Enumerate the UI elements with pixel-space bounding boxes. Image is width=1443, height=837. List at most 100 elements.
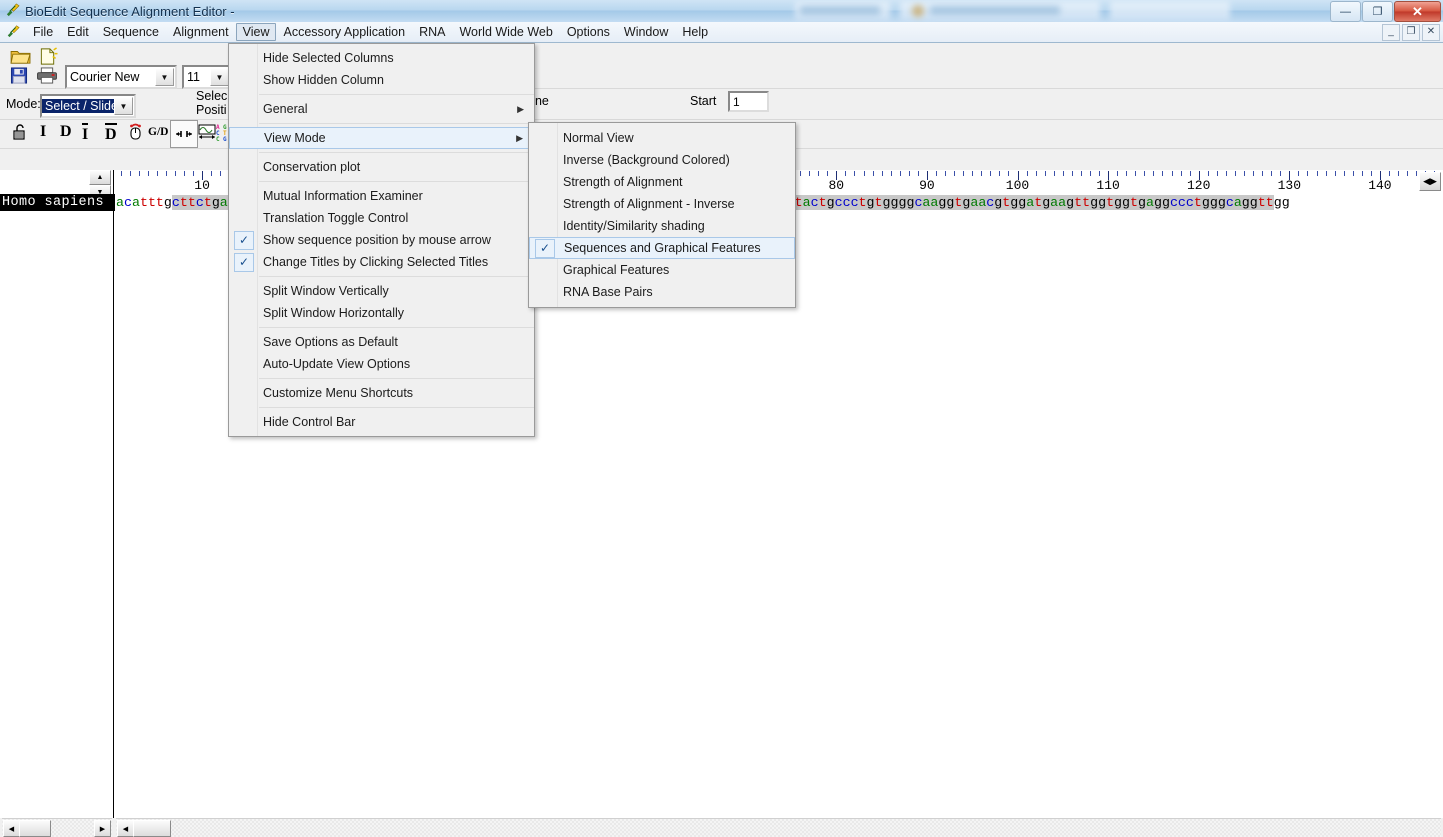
sequence-base[interactable]: g [1161,195,1170,210]
sequence-base[interactable]: g [1153,195,1162,210]
sequence-base[interactable]: g [164,195,172,210]
print-icon[interactable] [36,67,58,87]
sequence-scroll-left-button[interactable]: ◀ [117,820,134,837]
sequence-base[interactable]: t [140,195,148,210]
menu-item-show-hidden-column[interactable]: Show Hidden Column [229,69,534,91]
menu-world-wide-web[interactable]: World Wide Web [452,23,559,41]
sequence-base[interactable]: t [858,195,867,210]
mode-combo[interactable]: Select / Slide ▼ [40,94,136,118]
menu-edit[interactable]: Edit [60,23,96,41]
font-size-combo[interactable]: 11 ▼ [182,65,232,89]
gap-degap-icon[interactable]: G/D [148,126,168,138]
sequence-base[interactable]: g [1138,195,1146,210]
window-minimize-button[interactable]: — [1330,1,1361,22]
menu-item-split-window-vertically[interactable]: Split Window Vertically [229,280,534,302]
start-input[interactable]: 1 [728,91,769,112]
submenu-item-sequences-and-graphical-features[interactable]: ✓ Sequences and Graphical Features [529,237,795,259]
align-center-icon[interactable] [170,120,198,148]
sequence-base[interactable]: c [842,195,851,210]
menu-item-view-mode[interactable]: View Mode ▶ [229,127,534,149]
sequence-base[interactable]: t [148,195,156,210]
chevron-down-icon[interactable]: ▼ [155,68,174,86]
sequence-base[interactable]: t [1257,195,1266,210]
sequence-base[interactable]: g [211,195,220,210]
sequence-base[interactable]: g [826,195,835,210]
font-name-combo[interactable]: Courier New ▼ [65,65,177,89]
sequence-base[interactable]: a [132,195,140,210]
delete-mode-icon[interactable]: D [60,123,72,141]
open-folder-icon[interactable] [10,47,32,68]
sequence-base[interactable]: a [1233,195,1242,210]
submenu-item-strength-of-alignment-inverse[interactable]: Strength of Alignment - Inverse [529,193,795,215]
unlock-icon[interactable] [12,123,30,144]
sequence-base[interactable]: g [1217,195,1226,210]
sequence-base[interactable]: a [219,195,228,210]
sequence-base[interactable]: a [116,195,124,210]
sequence-base[interactable]: c [850,195,859,210]
menu-item-customize-menu-shortcuts[interactable]: Customize Menu Shortcuts [229,382,534,404]
sequence-base[interactable]: g [1241,195,1250,210]
submenu-item-identity-similarity-shading[interactable]: Identity/Similarity shading [529,215,795,237]
chevron-down-icon[interactable]: ▼ [210,68,229,86]
menu-options[interactable]: Options [560,23,617,41]
new-document-icon[interactable] [38,47,58,69]
submenu-item-normal-view[interactable]: Normal View [529,127,795,149]
mdi-minimize-button[interactable]: _ [1382,24,1400,41]
menu-item-translation-toggle-control[interactable]: Translation Toggle Control [229,207,534,229]
window-maximize-button[interactable]: ❐ [1362,1,1393,22]
submenu-item-graphical-features[interactable]: Graphical Features [529,259,795,281]
menu-view[interactable]: View [235,23,277,41]
sequence-base[interactable]: c [834,195,843,210]
submenu-item-strength-of-alignment[interactable]: Strength of Alignment [529,171,795,193]
mouse-icon[interactable] [127,123,144,144]
save-icon[interactable] [10,67,28,87]
sequence-base[interactable]: t [179,195,188,210]
menu-item-conservation-plot[interactable]: Conservation plot [229,156,534,178]
sequence-base[interactable]: a [1058,195,1067,210]
sequence-base[interactable]: g [1042,195,1051,210]
sequence-base[interactable]: g [1122,195,1131,210]
menu-item-show-sequence-position-by-mouse-arrow[interactable]: ✓ Show sequence position by mouse arrow [229,229,534,251]
sequence-base[interactable]: c [1225,195,1234,210]
name-pane-hscrollbar[interactable]: ◀ ▶ [2,818,112,837]
graphic-feature-icon[interactable] [198,123,216,143]
menu-item-general[interactable]: General ▶ [229,98,534,120]
menu-item-hide-selected-columns[interactable]: Hide Selected Columns [229,47,534,69]
sequence-base[interactable]: g [866,195,875,210]
sequence-base[interactable]: c [124,195,132,210]
ruler-scroll-button[interactable]: ◀▶ [1419,172,1441,191]
window-close-button[interactable]: ✕ [1394,1,1441,22]
sequence-base[interactable]: c [1177,195,1186,210]
insert-all-icon[interactable]: I [82,123,89,144]
menu-alignment[interactable]: Alignment [166,23,236,41]
sequence-scroll-thumb[interactable] [133,820,171,837]
mdi-close-button[interactable]: ✕ [1422,24,1440,41]
sequence-base[interactable]: c [1185,195,1194,210]
sequence-base[interactable]: c [810,195,819,210]
menu-item-change-titles-by-clicking-selected-titles[interactable]: ✓ Change Titles by Clicking Selected Tit… [229,251,534,273]
sequence-base[interactable]: c [171,195,180,210]
sequence-base[interactable]: a [1050,195,1059,210]
submenu-item-inverse-background-colored[interactable]: Inverse (Background Colored) [529,149,795,171]
sequence-base[interactable]: t [156,195,164,210]
menu-item-split-window-horizontally[interactable]: Split Window Horizontally [229,302,534,324]
sequence-base[interactable]: a [1026,195,1035,210]
sequence-base[interactable]: t [187,195,196,210]
sequence-title-homo-sapiens[interactable]: Homo sapiens [0,194,115,211]
sequence-base[interactable]: g [1090,195,1099,210]
menu-item-mutual-information-examiner[interactable]: Mutual Information Examiner [229,185,534,207]
sequence-base[interactable]: g [1066,195,1075,210]
sequence-base[interactable]: t [1106,195,1115,210]
delete-all-icon[interactable]: D [105,123,117,144]
name-scroll-right-button[interactable]: ▶ [94,820,111,837]
menu-rna[interactable]: RNA [412,23,452,41]
menu-sequence[interactable]: Sequence [96,23,166,41]
insert-mode-icon[interactable]: I [40,123,46,141]
menu-item-save-options-as-default[interactable]: Save Options as Default [229,331,534,353]
name-scroll-thumb[interactable] [19,820,51,837]
sequence-base[interactable]: t [1074,195,1083,210]
submenu-item-rna-base-pairs[interactable]: RNA Base Pairs [529,281,795,303]
sequence-base[interactable]: t [1034,195,1043,210]
sequence-base[interactable]: t [818,195,827,210]
sequence-base[interactable]: a [802,195,811,210]
